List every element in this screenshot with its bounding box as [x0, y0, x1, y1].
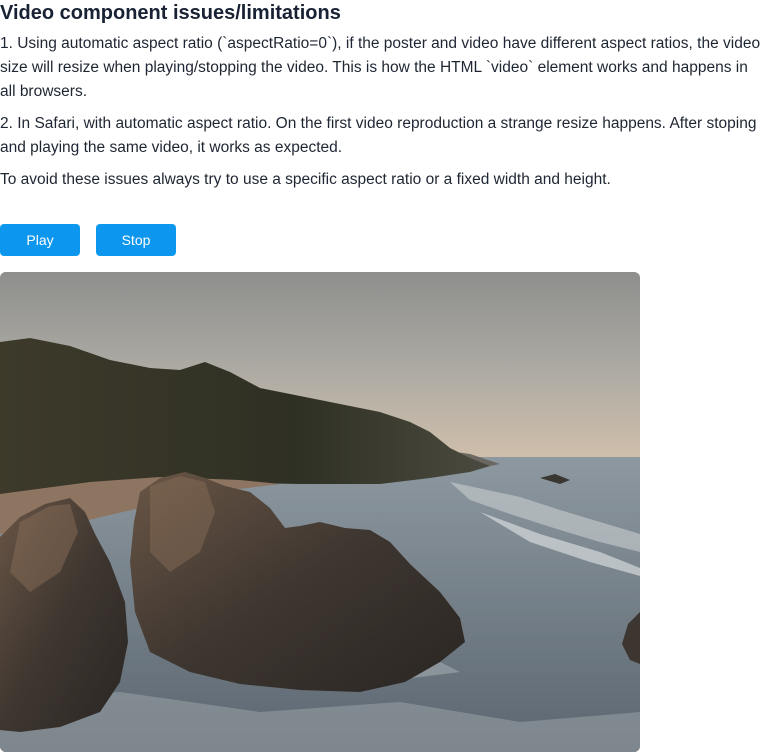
advice-text: To avoid these issues always try to use … — [0, 171, 611, 188]
page-title: Video component issues/limitations — [0, 2, 341, 24]
play-button[interactable]: Play — [0, 224, 80, 256]
page: Video component issues/limitations 1. Us… — [0, 0, 768, 752]
issue-1-text: 1. Using automatic aspect ratio (`aspect… — [0, 35, 761, 100]
issue-2-text: 2. In Safari, with automatic aspect rati… — [0, 115, 757, 156]
video-player[interactable] — [0, 272, 640, 752]
video-poster-image — [0, 272, 640, 752]
stop-button[interactable]: Stop — [96, 224, 176, 256]
